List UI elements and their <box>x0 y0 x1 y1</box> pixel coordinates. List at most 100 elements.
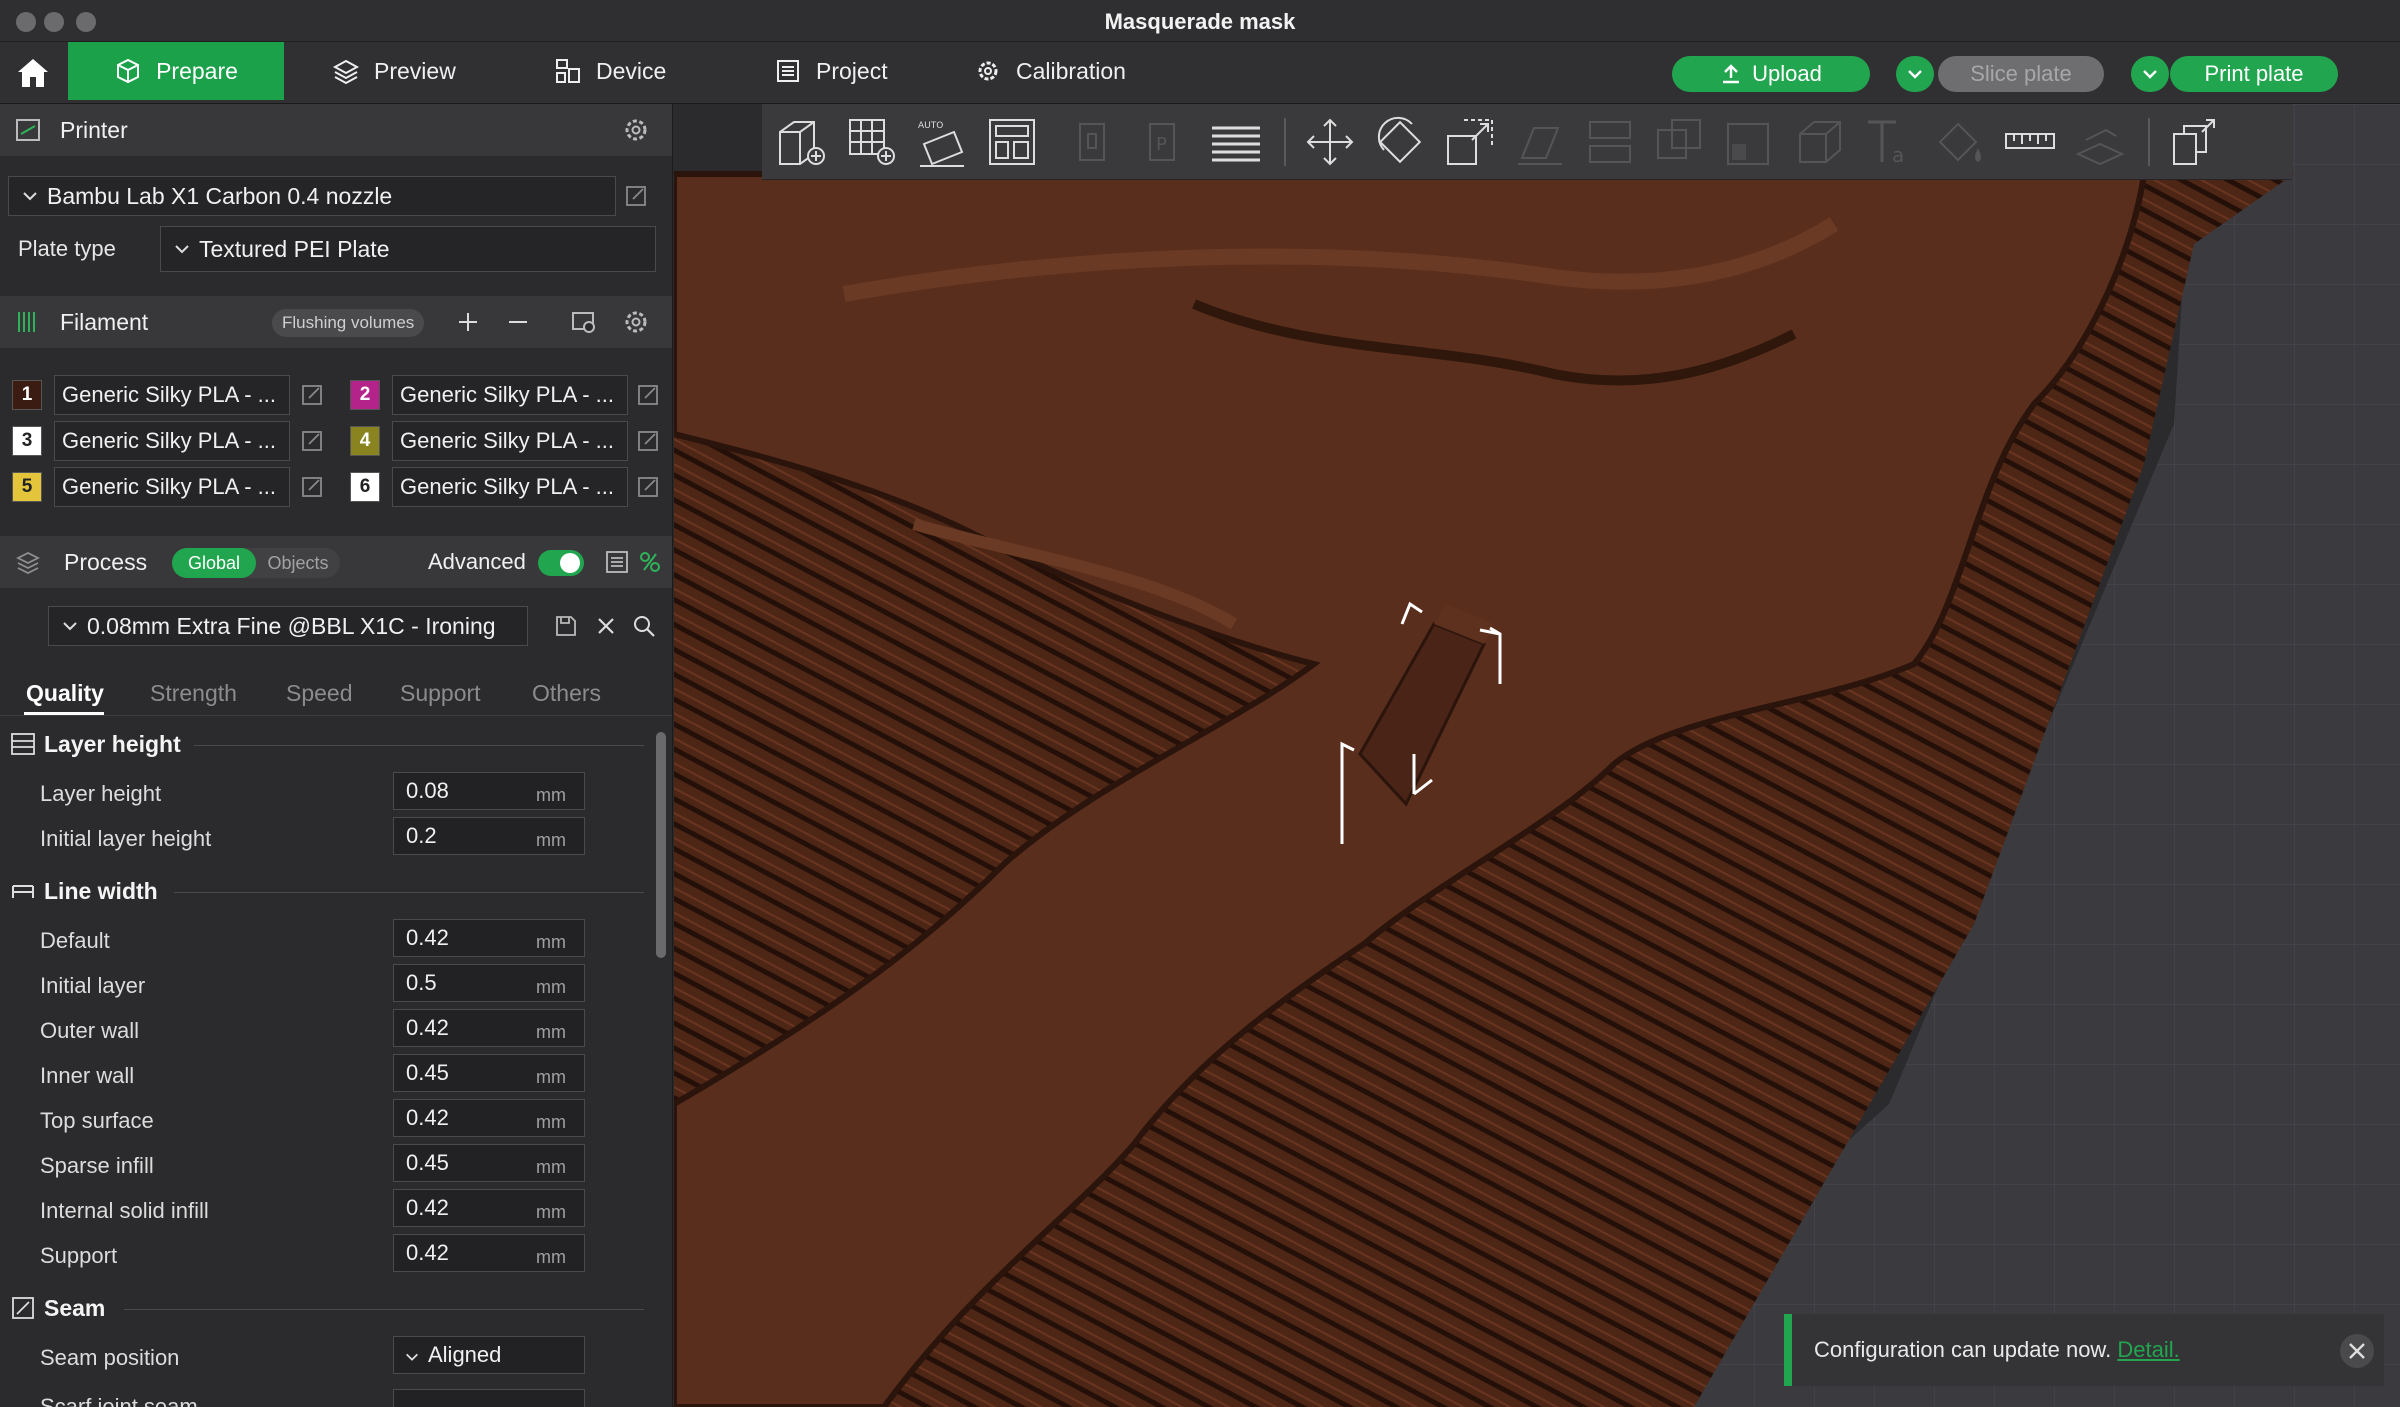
seam-paint-icon[interactable] <box>1792 114 1848 170</box>
edit-icon[interactable] <box>636 429 660 453</box>
close-icon[interactable] <box>594 614 618 638</box>
field-value: 0.42 <box>406 1015 449 1040</box>
sync-filament-icon[interactable] <box>570 308 598 336</box>
add-object-icon[interactable] <box>774 114 830 170</box>
tab-quality[interactable]: Quality <box>26 680 104 707</box>
tab-project[interactable]: Project <box>744 42 918 100</box>
tab-others[interactable]: Others <box>532 680 601 707</box>
filament-select[interactable]: Generic Silky PLA - ... <box>392 421 628 461</box>
printer-settings-icon[interactable] <box>622 116 650 144</box>
assembly-icon[interactable] <box>2072 114 2128 170</box>
edit-icon[interactable] <box>636 475 660 499</box>
upload-button[interactable]: Upload <box>1672 56 1870 92</box>
scarf-joint-seam-select[interactable] <box>393 1389 585 1407</box>
print-options-dropdown[interactable] <box>2131 56 2169 92</box>
line-width-support-label: Support <box>40 1243 118 1268</box>
auto-orient-icon[interactable]: AUTO <box>914 114 970 170</box>
add-icon[interactable] <box>454 308 482 336</box>
notification-close-button[interactable] <box>2340 1334 2374 1368</box>
global-toggle[interactable]: Global <box>172 548 256 578</box>
edit-icon[interactable] <box>636 383 660 407</box>
tab-preview[interactable]: Preview <box>302 42 486 100</box>
remove-icon[interactable] <box>504 308 532 336</box>
printer-select[interactable]: Bambu Lab X1 Carbon 0.4 nozzle <box>8 176 616 216</box>
filament-select[interactable]: Generic Silky PLA - ... <box>392 467 628 507</box>
tab-speed[interactable]: Speed <box>286 680 353 707</box>
tab-support[interactable]: Support <box>400 680 481 707</box>
slice-options-dropdown[interactable] <box>1896 56 1934 92</box>
field-value: 0.08 <box>406 778 449 803</box>
filament-color-badge[interactable]: 2 <box>350 380 380 410</box>
split-parts-icon[interactable]: P <box>1138 114 1194 170</box>
boolean-icon[interactable] <box>1652 114 1708 170</box>
build-plate-scene[interactable] <box>674 104 2400 1407</box>
tab-strength[interactable]: Strength <box>150 680 237 707</box>
line-width-internal-solid-infill-input[interactable]: 0.42 mm <box>393 1189 585 1227</box>
edit-icon[interactable] <box>300 383 324 407</box>
field-unit: mm <box>536 1022 566 1042</box>
line-width-top-surface-input[interactable]: 0.42 mm <box>393 1099 585 1137</box>
flushing-volumes-button[interactable]: Flushing volumes <box>272 309 425 337</box>
tab-prepare[interactable]: Prepare <box>68 42 284 100</box>
line-width-support-input[interactable]: 0.42 mm <box>393 1234 585 1272</box>
initial-layer-height-input[interactable]: 0.2 mm <box>393 817 585 855</box>
support-paint-icon[interactable] <box>1722 114 1778 170</box>
filament-select[interactable]: Generic Silky PLA - ... <box>54 375 290 415</box>
line-width-default-input[interactable]: 0.42 mm <box>393 919 585 957</box>
home-icon[interactable] <box>14 54 52 92</box>
edit-icon[interactable] <box>300 475 324 499</box>
line-width-sparse-infill-input[interactable]: 0.45 mm <box>393 1144 585 1182</box>
objects-toggle[interactable]: Objects <box>256 548 340 578</box>
filament-color-badge[interactable]: 5 <box>12 472 42 502</box>
advanced-switch[interactable] <box>538 550 584 576</box>
explode-view-icon[interactable] <box>2166 114 2222 170</box>
filament-color-badge[interactable]: 1 <box>12 380 42 410</box>
layer-height-input[interactable]: 0.08 mm <box>393 772 585 810</box>
rotate-icon[interactable] <box>1372 114 1428 170</box>
seam-position-select[interactable]: Aligned <box>393 1336 585 1374</box>
layers-list-icon[interactable] <box>1208 114 1264 170</box>
text-icon[interactable]: a <box>1862 114 1918 170</box>
plate-type-value: Textured PEI Plate <box>199 235 390 262</box>
edit-icon[interactable] <box>300 429 324 453</box>
split-objects-icon[interactable] <box>1068 114 1124 170</box>
line-width-outer-wall-input[interactable]: 0.42 mm <box>393 1009 585 1047</box>
print-plate-button[interactable]: Print plate <box>2170 56 2338 92</box>
settings-sidebar: Printer Bambu Lab X1 Carbon 0.4 nozzle P… <box>0 104 673 1407</box>
plate-type-select[interactable]: Textured PEI Plate <box>160 226 656 272</box>
measure-icon[interactable] <box>2002 114 2058 170</box>
move-icon[interactable] <box>1302 114 1358 170</box>
line-width-sparse-infill-label: Sparse infill <box>40 1153 154 1178</box>
list-icon[interactable] <box>604 548 632 576</box>
arrange-icon[interactable] <box>984 114 1040 170</box>
save-icon[interactable] <box>554 614 578 638</box>
lay-on-face-icon[interactable] <box>1512 114 1568 170</box>
tab-device[interactable]: Device <box>524 42 696 100</box>
process-profile-select[interactable]: 0.08mm Extra Fine @BBL X1C - Ironing <box>48 606 528 646</box>
filament-color-badge[interactable]: 4 <box>350 426 380 456</box>
device-icon <box>556 59 580 83</box>
filament-select[interactable]: Generic Silky PLA - ... <box>392 375 628 415</box>
filament-settings-icon[interactable] <box>622 308 650 336</box>
scrollbar-thumb[interactable] <box>656 732 666 958</box>
slice-plate-button[interactable]: Slice plate <box>1938 56 2104 92</box>
field-unit: mm <box>536 1112 566 1132</box>
line-width-inner-wall-input[interactable]: 0.45 mm <box>393 1054 585 1092</box>
search-icon[interactable] <box>632 614 656 638</box>
filament-select[interactable]: Generic Silky PLA - ... <box>54 467 290 507</box>
notification-detail-link[interactable]: Detail. <box>2117 1337 2179 1362</box>
tab-calibration[interactable]: Calibration <box>944 42 1156 100</box>
filament-color-badge[interactable]: 3 <box>12 426 42 456</box>
scrollbar-track[interactable] <box>656 724 666 1404</box>
scale-icon[interactable] <box>1442 114 1498 170</box>
add-plate-icon[interactable] <box>844 114 900 170</box>
cut-icon[interactable] <box>1582 114 1638 170</box>
3d-viewport[interactable]: AUTO P a <box>674 104 2400 1407</box>
edit-icon[interactable] <box>624 184 648 208</box>
line-width-initial-layer-input[interactable]: 0.5 mm <box>393 964 585 1002</box>
filament-select[interactable]: Generic Silky PLA - ... <box>54 421 290 461</box>
compare-icon[interactable] <box>636 548 664 576</box>
notification-text: Configuration can update now. <box>1814 1337 2112 1362</box>
filament-color-badge[interactable]: 6 <box>350 472 380 502</box>
color-paint-icon[interactable] <box>1932 114 1988 170</box>
